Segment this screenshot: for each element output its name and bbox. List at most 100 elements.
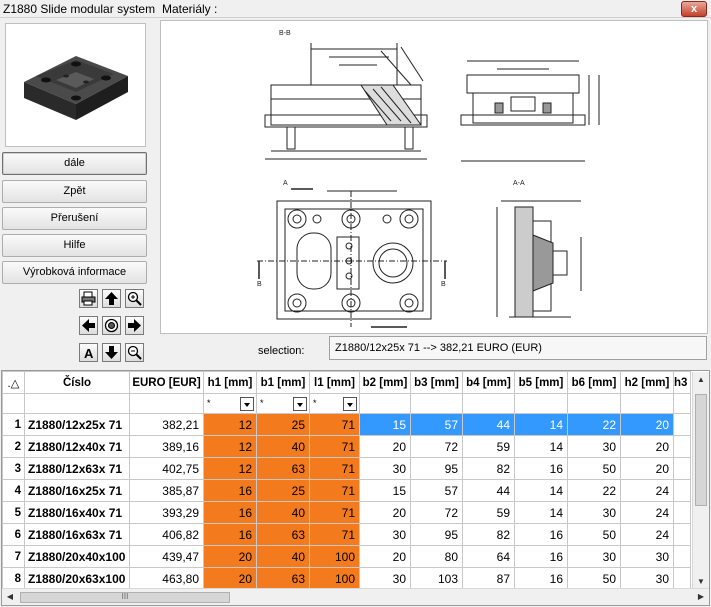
cell-euro: 382,21 <box>129 413 204 436</box>
table-row[interactable]: 7 Z1880/20x40x100 439,47 20 40 100 20 80 64 16 30 3… <box>2 545 691 568</box>
section-bb-label: B-B <box>279 30 291 37</box>
scroll-up-button[interactable] <box>102 289 121 308</box>
filter-h1-value: * <box>207 397 211 408</box>
parts-table[interactable]: .△ Číslo EURO [EUR] h1 [mm] b1 [mm] l1 [… <box>1 370 710 606</box>
cell-h1: 12 <box>203 435 257 458</box>
cell-code: Z1880/20x40x100 <box>24 545 130 568</box>
table-row[interactable]: 5 Z1880/16x40x 71 393,29 16 40 71 20 72 59 14 30 24 <box>2 501 691 524</box>
marker-b-left: B <box>257 281 262 288</box>
center-target-icon <box>104 318 119 333</box>
cell-b1: 63 <box>256 567 310 590</box>
table-row[interactable]: 4 Z1880/16x25x 71 385,87 16 25 71 15 57 44 14 22 24 <box>2 479 691 502</box>
filter-l1[interactable]: * <box>309 393 360 414</box>
cell-b6: 22 <box>567 413 621 436</box>
zoom-out-icon <box>127 345 142 360</box>
chevron-down-icon[interactable] <box>240 396 254 411</box>
close-button[interactable]: x <box>681 1 707 17</box>
col-header-h2[interactable]: h2 [mm] <box>620 371 674 394</box>
cell-h1: 16 <box>203 501 257 524</box>
col-header-euro[interactable]: EURO [EUR] <box>129 371 204 394</box>
filter-b1[interactable]: * <box>256 393 310 414</box>
abort-button[interactable]: Přerušení <box>2 207 147 230</box>
col-header-l1[interactable]: l1 [mm] <box>309 371 360 394</box>
cell-b6: 50 <box>567 567 621 590</box>
cell-b1: 40 <box>256 545 310 568</box>
scroll-left-button[interactable] <box>79 316 98 335</box>
cell-b2: 30 <box>359 457 411 480</box>
help-button[interactable]: Hilfe <box>2 234 147 257</box>
col-header-b6[interactable]: b6 [mm] <box>567 371 621 394</box>
cell-b1: 63 <box>256 457 310 480</box>
window-title: Z1880 Slide modular system <box>3 2 156 16</box>
header-row: .△ Číslo EURO [EUR] h1 [mm] b1 [mm] l1 [… <box>2 371 691 394</box>
zoom-out-button[interactable] <box>125 343 144 362</box>
cell-b5: 14 <box>514 501 568 524</box>
print-button[interactable] <box>79 289 98 308</box>
cell-h2: 24 <box>620 501 674 524</box>
cell-b4: 59 <box>462 501 515 524</box>
chevron-down-icon[interactable] <box>343 396 357 411</box>
selection-label: selection: <box>258 345 305 357</box>
cell-l1: 71 <box>309 435 360 458</box>
table-row[interactable]: 8 Z1880/20x63x100 463,80 20 63 100 30 103 87 16 50… <box>2 567 691 590</box>
cell-b1: 40 <box>256 435 310 458</box>
cell-h2: 30 <box>620 545 674 568</box>
print-icon <box>81 291 96 306</box>
cell-code: Z1880/16x40x 71 <box>24 501 130 524</box>
back-button[interactable]: Zpět <box>2 180 147 203</box>
product-info-button[interactable]: Výrobková informace <box>2 261 147 284</box>
col-header-h1[interactable]: h1 [mm] <box>203 371 257 394</box>
cell-b3: 95 <box>410 457 463 480</box>
font-button[interactable]: A <box>79 343 98 362</box>
scroll-right-button[interactable] <box>125 316 144 335</box>
cell-b4: 82 <box>462 523 515 546</box>
col-header-b5[interactable]: b5 [mm] <box>514 371 568 394</box>
center-button[interactable] <box>102 316 121 335</box>
cell-b6: 30 <box>567 545 621 568</box>
sort-header[interactable]: .△ <box>2 371 25 394</box>
cell-n: 1 <box>2 413 25 436</box>
col-header-h3[interactable]: h3 <box>673 371 691 394</box>
cell-h1: 16 <box>203 479 257 502</box>
cell-b5: 16 <box>514 545 568 568</box>
col-header-b3[interactable]: b3 [mm] <box>410 371 463 394</box>
cell-euro: 385,87 <box>129 479 204 502</box>
col-header-b1[interactable]: b1 [mm] <box>256 371 310 394</box>
cell-b3: 95 <box>410 523 463 546</box>
cell-h2: 24 <box>620 523 674 546</box>
arrow-left-icon <box>82 319 95 332</box>
vertical-scrollbar[interactable]: ▲ ▼ <box>692 372 709 591</box>
scroll-left-arrow-icon[interactable]: ◀ <box>2 589 18 605</box>
cell-b5: 14 <box>514 413 568 436</box>
cell-h2: 20 <box>620 413 674 436</box>
col-header-b4[interactable]: b4 [mm] <box>462 371 515 394</box>
font-a-icon: A <box>84 346 94 360</box>
cell-l1: 100 <box>309 567 360 590</box>
cell-b5: 14 <box>514 435 568 458</box>
zoom-in-button[interactable] <box>125 289 144 308</box>
table-row[interactable]: 6 Z1880/16x63x 71 406,82 16 63 71 30 95 82 16 50 24 <box>2 523 691 546</box>
scroll-right-arrow-icon[interactable]: ▶ <box>693 589 709 605</box>
cell-l1: 100 <box>309 545 360 568</box>
table-row[interactable]: 3 Z1880/12x63x 71 402,75 12 63 71 30 95 82 16 50 20 <box>2 457 691 480</box>
scroll-thumb-horizontal[interactable]: III <box>20 592 230 603</box>
horizontal-scrollbar[interactable]: ◀ III ▶ <box>2 588 709 605</box>
chevron-down-icon[interactable] <box>293 396 307 411</box>
cell-euro: 389,16 <box>129 435 204 458</box>
cell-b4: 44 <box>462 413 515 436</box>
next-button[interactable]: dále <box>2 152 147 175</box>
table-row[interactable]: 1 Z1880/12x25x 71 382,21 12 25 71 15 57 44 14 22 20 <box>2 413 691 436</box>
filter-h1[interactable]: * <box>203 393 257 414</box>
cell-b2: 30 <box>359 567 411 590</box>
cell-n: 5 <box>2 501 25 524</box>
scroll-up-arrow-icon[interactable]: ▲ <box>693 372 709 388</box>
cell-b3: 103 <box>410 567 463 590</box>
table-row[interactable]: 2 Z1880/12x40x 71 389,16 12 40 71 20 72 59 14 30 20 <box>2 435 691 458</box>
cell-b4: 44 <box>462 479 515 502</box>
col-header-cislo[interactable]: Číslo <box>24 371 130 394</box>
technical-drawing: B-B A B B A-A <box>160 20 708 334</box>
col-header-b2[interactable]: b2 [mm] <box>359 371 411 394</box>
product-image <box>24 56 128 120</box>
scroll-thumb[interactable] <box>695 394 707 506</box>
scroll-down-button[interactable] <box>102 343 121 362</box>
